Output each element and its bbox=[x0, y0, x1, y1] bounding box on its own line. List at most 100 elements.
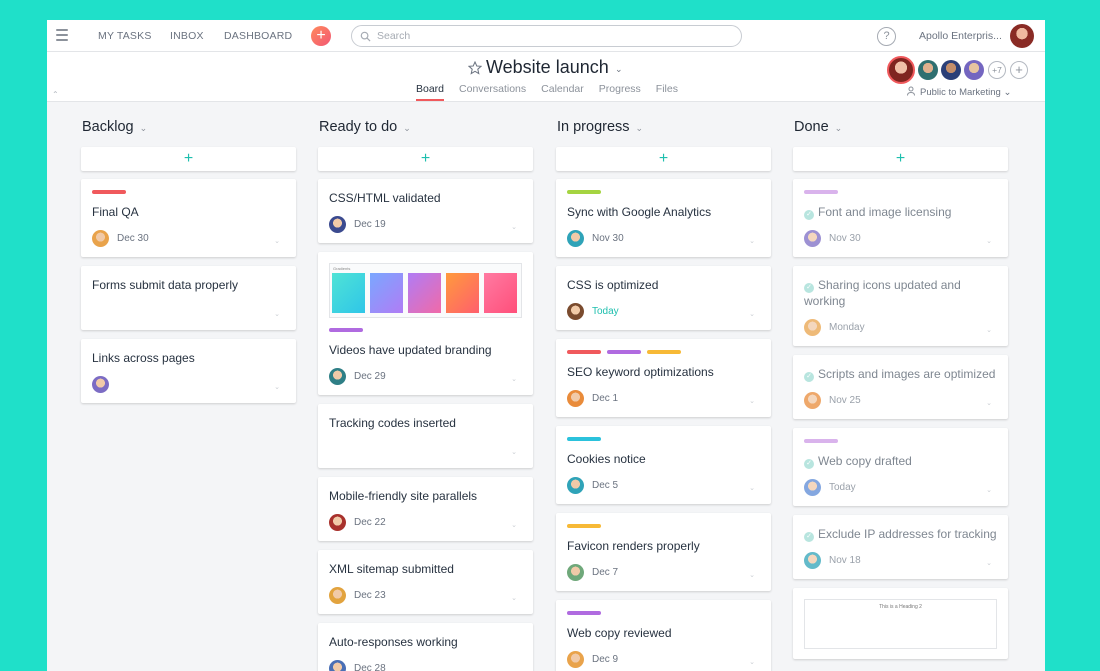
assignee-avatar[interactable] bbox=[804, 391, 821, 409]
assignee-avatar[interactable] bbox=[804, 229, 821, 247]
due-date[interactable]: Nov 25 bbox=[829, 395, 861, 406]
tab-board[interactable]: Board bbox=[416, 83, 445, 101]
checkmark-icon[interactable]: ✓ bbox=[804, 210, 814, 220]
tag-color-bar[interactable] bbox=[567, 437, 601, 441]
organization-switcher[interactable]: Apollo Enterpris... bbox=[919, 30, 1002, 42]
due-date[interactable]: Dec 28 bbox=[354, 663, 386, 671]
task-card[interactable]: ✓ Web copy drafted Today ⌄ bbox=[793, 428, 1008, 506]
tag-color-bar[interactable] bbox=[567, 350, 601, 354]
chevron-down-icon[interactable]: ⌄ bbox=[511, 667, 517, 671]
task-card[interactable]: Gradients Videos have updated branding Dec… bbox=[318, 252, 533, 395]
chevron-down-icon[interactable]: ⌄ bbox=[511, 375, 517, 383]
column-header[interactable]: Ready to do ⌄ bbox=[318, 103, 533, 147]
tag-color-bar[interactable] bbox=[92, 190, 126, 194]
tag-color-bar[interactable] bbox=[647, 350, 681, 354]
add-task-button[interactable]: + bbox=[556, 147, 771, 171]
assignee-avatar[interactable] bbox=[804, 318, 821, 336]
due-date[interactable]: Nov 30 bbox=[592, 233, 624, 244]
assignee-avatar[interactable] bbox=[329, 586, 346, 604]
tab-conversations[interactable]: Conversations bbox=[459, 83, 526, 101]
more-members-badge[interactable]: +7 bbox=[988, 61, 1006, 79]
due-date[interactable]: Monday bbox=[829, 322, 865, 333]
due-date[interactable]: Dec 22 bbox=[354, 517, 386, 528]
checkmark-icon[interactable]: ✓ bbox=[804, 532, 814, 542]
hamburger-menu-icon[interactable] bbox=[56, 29, 68, 42]
assignee-avatar[interactable] bbox=[804, 551, 821, 569]
tab-files[interactable]: Files bbox=[656, 83, 678, 101]
checkmark-icon[interactable]: ✓ bbox=[804, 283, 814, 293]
search-input[interactable] bbox=[377, 30, 717, 42]
chevron-down-icon[interactable]: ⌄ bbox=[511, 223, 517, 231]
task-card[interactable]: Sync with Google Analytics Nov 30 ⌄ bbox=[556, 179, 771, 257]
add-member-button[interactable]: + bbox=[1010, 61, 1028, 79]
chevron-down-icon[interactable]: ⌄ bbox=[986, 486, 992, 494]
task-card[interactable]: ✓ Sharing icons updated and working Monday… bbox=[793, 266, 1008, 346]
chevron-down-icon[interactable]: ⌄ bbox=[986, 559, 992, 567]
due-date[interactable]: Today bbox=[592, 306, 619, 317]
assignee-avatar[interactable] bbox=[329, 513, 346, 531]
member-avatar[interactable] bbox=[941, 60, 961, 80]
task-card[interactable]: Cookies notice Dec 5 ⌄ bbox=[556, 426, 771, 504]
chevron-down-icon[interactable]: ⌄ bbox=[274, 310, 280, 318]
assignee-avatar[interactable] bbox=[567, 563, 584, 581]
tag-color-bar[interactable] bbox=[804, 190, 838, 194]
task-card[interactable]: This is a Heading 2 bbox=[793, 588, 1008, 659]
task-card[interactable]: Final QA Dec 30 ⌄ bbox=[81, 179, 296, 257]
chevron-down-icon[interactable]: ⌄ bbox=[636, 123, 644, 133]
favorite-star-icon[interactable] bbox=[468, 61, 482, 75]
help-button[interactable]: ? bbox=[877, 27, 896, 46]
chevron-down-icon[interactable]: ⌄ bbox=[749, 484, 755, 492]
collapse-sidebar-icon[interactable]: ⌃ bbox=[52, 90, 59, 99]
tag-color-bar[interactable] bbox=[329, 328, 363, 332]
task-card[interactable]: Tracking codes inserted ⌄ bbox=[318, 404, 533, 468]
member-avatar[interactable] bbox=[887, 56, 915, 84]
assignee-avatar[interactable] bbox=[329, 215, 346, 233]
checkmark-icon[interactable]: ✓ bbox=[804, 372, 814, 382]
chevron-down-icon[interactable]: ⌄ bbox=[986, 399, 992, 407]
task-card[interactable]: CSS is optimized Today ⌄ bbox=[556, 266, 771, 330]
tab-calendar[interactable]: Calendar bbox=[541, 83, 584, 101]
chevron-down-icon[interactable]: ⌄ bbox=[511, 594, 517, 602]
assignee-avatar[interactable] bbox=[804, 478, 821, 496]
add-task-button[interactable]: + bbox=[81, 147, 296, 171]
due-date[interactable]: Dec 19 bbox=[354, 219, 386, 230]
due-date[interactable]: Dec 9 bbox=[592, 654, 618, 665]
checkmark-icon[interactable]: ✓ bbox=[804, 459, 814, 469]
tag-color-bar[interactable] bbox=[607, 350, 641, 354]
chevron-down-icon[interactable]: ⌄ bbox=[749, 397, 755, 405]
chevron-down-icon[interactable]: ⌄ bbox=[835, 123, 843, 133]
tab-progress[interactable]: Progress bbox=[599, 83, 641, 101]
due-date[interactable]: Dec 30 bbox=[117, 233, 149, 244]
tag-color-bar[interactable] bbox=[567, 524, 601, 528]
task-card[interactable]: ✓ Scripts and images are optimized Nov 25 ⌄ bbox=[793, 355, 1008, 419]
assignee-avatar[interactable] bbox=[567, 476, 584, 494]
add-task-button[interactable]: + bbox=[318, 147, 533, 171]
due-date[interactable]: Dec 29 bbox=[354, 371, 386, 382]
privacy-setting[interactable]: Public to Marketing ⌄ bbox=[907, 86, 1011, 98]
due-date[interactable]: Dec 23 bbox=[354, 590, 386, 601]
chevron-down-icon[interactable]: ⌄ bbox=[749, 658, 755, 666]
task-card[interactable]: Links across pages ⌄ bbox=[81, 339, 296, 403]
chevron-down-icon[interactable]: ⌄ bbox=[749, 310, 755, 318]
chevron-down-icon[interactable]: ⌄ bbox=[749, 571, 755, 579]
assignee-avatar[interactable] bbox=[329, 367, 346, 385]
assignee-avatar[interactable] bbox=[567, 650, 584, 668]
member-avatar[interactable] bbox=[918, 60, 938, 80]
chevron-down-icon[interactable]: ⌄ bbox=[749, 237, 755, 245]
assignee-avatar[interactable] bbox=[92, 375, 109, 393]
task-card[interactable]: CSS/HTML validated Dec 19 ⌄ bbox=[318, 179, 533, 243]
tag-color-bar[interactable] bbox=[804, 439, 838, 443]
chevron-down-icon[interactable]: ⌄ bbox=[511, 521, 517, 529]
chevron-down-icon[interactable]: ⌄ bbox=[403, 123, 411, 133]
search-box[interactable] bbox=[351, 25, 742, 47]
nav-dashboard[interactable]: DASHBOARD bbox=[224, 30, 292, 42]
chevron-down-icon[interactable]: ⌄ bbox=[274, 237, 280, 245]
task-card[interactable]: SEO keyword optimizations Dec 1 ⌄ bbox=[556, 339, 771, 417]
nav-inbox[interactable]: INBOX bbox=[170, 30, 204, 42]
chevron-down-icon[interactable]: ⌄ bbox=[511, 448, 517, 456]
member-avatar[interactable] bbox=[964, 60, 984, 80]
column-header[interactable]: Backlog ⌄ bbox=[81, 103, 296, 147]
assignee-avatar[interactable] bbox=[567, 302, 584, 320]
assignee-avatar[interactable] bbox=[92, 229, 109, 247]
task-card[interactable]: Mobile-friendly site parallels Dec 22 ⌄ bbox=[318, 477, 533, 541]
